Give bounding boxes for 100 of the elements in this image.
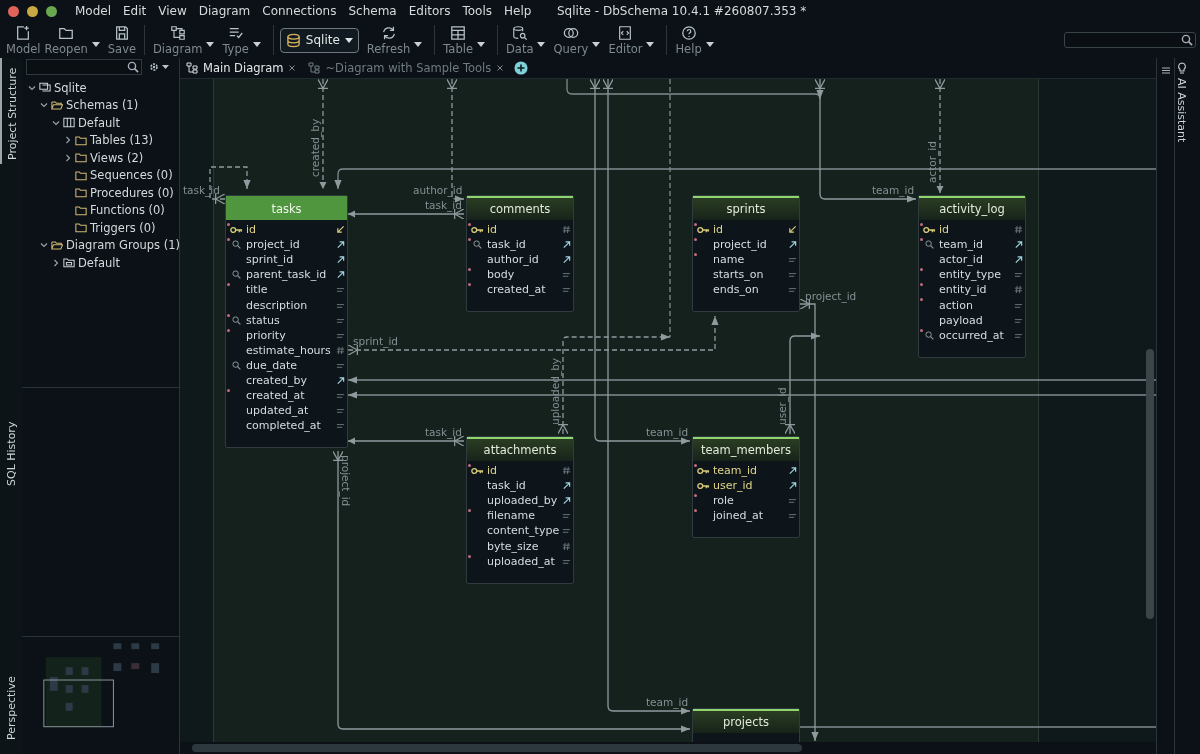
toolbar-button[interactable]: Refresh	[364, 24, 413, 56]
menu-item[interactable]: Model	[69, 4, 118, 18]
column-name: joined_at	[713, 509, 765, 523]
menu-item[interactable]: Connections	[256, 4, 343, 18]
table-entity[interactable]: attachments id task_id uploaded_by filename content_type byte_size uploaded_at	[466, 436, 574, 584]
side-tab[interactable]: Project Structure	[0, 58, 22, 164]
column-name: id	[713, 223, 725, 237]
menu-item[interactable]: Diagram	[192, 4, 257, 18]
menu-item[interactable]: Editors	[402, 4, 457, 18]
column-name: task_id	[487, 479, 527, 493]
relationship-label: created_by	[309, 118, 321, 177]
diagram-tab[interactable]: Main Diagram	[180, 58, 303, 78]
column-name: uploaded_by	[487, 494, 559, 508]
table-header[interactable]: activity_log	[919, 196, 1025, 220]
column-name: description	[246, 298, 309, 312]
column-name: id	[487, 464, 499, 478]
menu-item[interactable]: Tools	[456, 4, 499, 18]
toolbar-button[interactable]: Query	[551, 24, 591, 56]
column-name: name	[713, 253, 746, 267]
tree-item[interactable]: Tables (13)	[90, 133, 153, 148]
tree-item[interactable]: Default	[78, 115, 121, 130]
column-name: payload	[939, 313, 984, 327]
toolbar-button[interactable]: Diagram	[151, 24, 205, 56]
relationship-label: actor_id	[926, 141, 938, 183]
relationship-label: team_id	[646, 426, 689, 438]
column-name: entity_type	[939, 268, 1002, 282]
tree-item[interactable]: Default	[78, 255, 121, 270]
column-name: role	[713, 494, 735, 508]
toolbar-button[interactable]: Reopen	[42, 24, 90, 56]
relationship-label: team_id	[872, 184, 915, 196]
table-header[interactable]: attachments	[467, 437, 573, 461]
column-name: id	[246, 223, 258, 237]
table-entity[interactable]: tasks id project_id sprint_id parent_task_id title description status priority estimate_hours due_date created_by created_at updated_at completed_at	[225, 195, 348, 449]
column-name: starts_on	[713, 268, 765, 282]
side-tab[interactable]: AI Assistant	[1175, 58, 1188, 147]
column-name: action	[939, 298, 974, 312]
column-name: entity_id	[939, 283, 988, 297]
column-name: completed_at	[246, 419, 322, 433]
relationship-label: sprint_id	[353, 335, 398, 347]
relationship-label: task_id	[425, 426, 462, 438]
toolbar-button[interactable]: Data	[504, 24, 536, 56]
toolbar-button[interactable]: Table	[441, 24, 475, 56]
side-tab[interactable]: Perspective	[0, 664, 22, 746]
window-title: Sqlite - DbSchema 10.4.1 #260807.353 *	[557, 4, 807, 18]
tree-item[interactable]: Procedures (0)	[90, 185, 174, 200]
relationship-label: project_id	[340, 455, 352, 507]
table-entity[interactable]: comments id task_id author_id body created_at	[466, 195, 574, 313]
tree-item[interactable]: Sequences (0)	[90, 168, 173, 183]
column-name: uploaded_at	[487, 554, 556, 568]
toolbar-button[interactable]: Type	[220, 24, 251, 56]
toolbar-button[interactable]: Editor	[606, 24, 645, 56]
tree-item[interactable]: Diagram Groups (1)	[66, 238, 180, 253]
column-name: byte_size	[487, 539, 540, 553]
column-name: sprint_id	[246, 253, 295, 267]
toolbar-button[interactable]: Model	[4, 24, 43, 56]
table-header[interactable]: sprints	[693, 196, 799, 220]
table-entity[interactable]: activity_log id team_id actor_id entity_type entity_id action payload occurred_at	[918, 195, 1026, 358]
column-name: updated_at	[246, 404, 310, 418]
column-name: body	[487, 268, 516, 282]
column-name: title	[246, 283, 269, 297]
menu-item[interactable]: Schema	[342, 4, 403, 18]
column-name: occurred_at	[939, 328, 1005, 342]
tree-item[interactable]: Sqlite	[54, 80, 87, 95]
menu-item[interactable]: Edit	[117, 4, 153, 18]
column-name: content_type	[487, 524, 561, 538]
menu-item[interactable]: View	[152, 4, 193, 18]
diagram-tab[interactable]: ~Diagram with Sample Tools	[302, 58, 511, 78]
column-name: id	[939, 223, 951, 237]
tree-item[interactable]: Functions (0)	[90, 203, 165, 218]
column-name: team_id	[713, 464, 759, 478]
tree-item[interactable]: Triggers (0)	[90, 220, 156, 235]
tree-item[interactable]: Schemas (1)	[66, 98, 139, 113]
relationship-label: team_id	[646, 696, 689, 708]
table-entity[interactable]: team_members team_id user_id role joined_at	[692, 436, 800, 539]
toolbar-button[interactable]: Help	[673, 24, 704, 56]
table-header[interactable]: team_members	[693, 437, 799, 461]
table-entity[interactable]: projects	[692, 708, 800, 742]
toolbar-button[interactable]: Save	[105, 24, 138, 56]
column-name: due_date	[246, 358, 299, 372]
table-header[interactable]: comments	[467, 196, 573, 220]
tree-item[interactable]: Views (2)	[90, 150, 144, 165]
column-name: filename	[487, 509, 536, 523]
menu-item[interactable]: Help	[498, 4, 538, 18]
relationship-label: author_id	[413, 184, 463, 196]
column-name: id	[487, 223, 499, 237]
connection-selector[interactable]: Sqlite	[279, 27, 359, 53]
column-name: author_id	[487, 253, 540, 267]
column-name: user_id	[713, 479, 754, 493]
side-tab[interactable]: SQL History	[0, 396, 22, 492]
relationship-label: task_id	[425, 199, 462, 211]
column-name: priority	[246, 328, 287, 342]
column-name: parent_task_id	[246, 268, 328, 282]
column-name: created_at	[246, 389, 306, 403]
column-name: project_id	[246, 238, 301, 252]
column-name: estimate_hours	[246, 343, 332, 357]
table-header[interactable]: projects	[693, 709, 799, 733]
column-name: status	[246, 313, 281, 327]
table-entity[interactable]: sprints id project_id name starts_on ends_on	[692, 195, 800, 313]
column-name: project_id	[713, 238, 768, 252]
column-name: ends_on	[713, 283, 760, 297]
